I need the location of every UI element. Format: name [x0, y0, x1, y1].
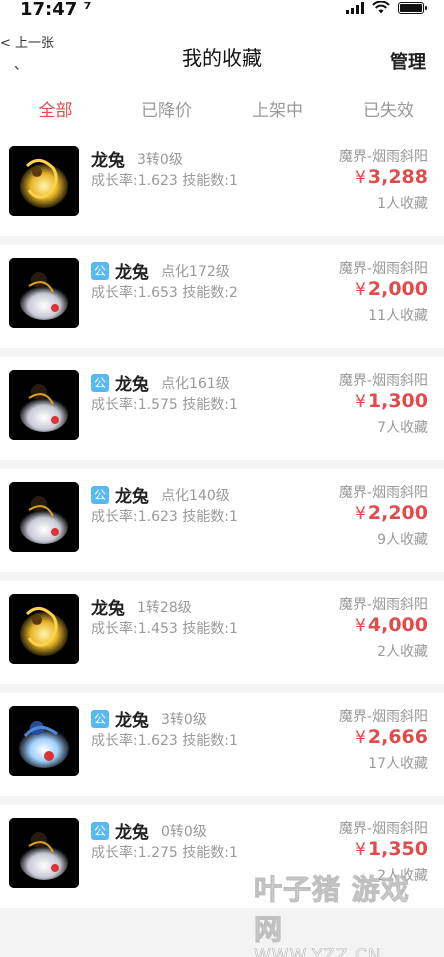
pet-thumbnail — [9, 482, 79, 552]
list-item[interactable]: 公龙兔 点化140级 成长率:1.623 技能数:1 魔界-烟雨斜阳 ¥2,200 9人收… — [0, 469, 444, 572]
price-value: 1,350 — [367, 838, 428, 860]
favorite-count: 2人收藏 — [377, 644, 428, 660]
server-name: 魔界-烟雨斜阳 — [338, 821, 428, 837]
list-item[interactable]: 龙兔 3转0级 成长率:1.623 技能数:1 魔界-烟雨斜阳 ¥3,288 1人收藏 — [0, 140, 444, 236]
favorite-count: 2人收藏 — [377, 868, 428, 884]
pet-stats: 成长率:1.275 技能数:1 — [91, 845, 238, 861]
currency-symbol: ¥ — [355, 504, 366, 524]
status-time: 17:47 ⁷ — [20, 0, 92, 20]
currency-symbol: ¥ — [355, 168, 366, 188]
public-tag: 公 — [91, 373, 109, 392]
price: ¥2,666 — [355, 726, 428, 748]
list-item[interactable]: 公龙兔 点化161级 成长率:1.575 技能数:1 魔界-烟雨斜阳 ¥1,300 7人收… — [0, 357, 444, 460]
favorite-count: 9人收藏 — [377, 532, 428, 548]
pet-thumbnail — [9, 146, 79, 216]
favorite-count: 1人收藏 — [377, 196, 428, 212]
currency-symbol: ¥ — [355, 280, 366, 300]
watermark-sub: WWW.YZZ.CN — [254, 946, 382, 957]
signal-icon — [346, 1, 364, 14]
list-item[interactable]: 龙兔 1转28级 成长率:1.453 技能数:1 魔界-烟雨斜阳 ¥4,000 2人收藏 — [0, 581, 444, 684]
title-row: 公龙兔 点化172级 — [91, 258, 230, 283]
pet-name: 龙兔 — [115, 823, 149, 843]
pet-stats: 成长率:1.623 技能数:1 — [91, 509, 238, 525]
tab-price-dropped[interactable]: 已降价 — [111, 80, 222, 140]
pet-stats: 成长率:1.623 技能数:1 — [91, 733, 238, 749]
pet-stats: 成长率:1.575 技能数:1 — [91, 397, 238, 413]
currency-symbol: ¥ — [355, 392, 366, 412]
title-row: 龙兔 1转28级 — [91, 594, 192, 619]
price-value: 2,666 — [367, 726, 428, 748]
price-value: 4,000 — [367, 614, 428, 636]
public-tag: 公 — [91, 485, 109, 504]
server-name: 魔界-烟雨斜阳 — [338, 709, 428, 725]
pet-thumbnail — [9, 818, 79, 888]
battery-icon — [398, 1, 427, 14]
server-name: 魔界-烟雨斜阳 — [338, 261, 428, 277]
pet-thumbnail — [9, 706, 79, 776]
list-item[interactable]: 公龙兔 点化172级 成长率:1.653 技能数:2 魔界-烟雨斜阳 ¥2,000 11人… — [0, 245, 444, 348]
price: ¥2,000 — [355, 278, 428, 300]
pet-stats: 成长率:1.623 技能数:1 — [91, 173, 238, 189]
server-name: 魔界-烟雨斜阳 — [338, 149, 428, 165]
title-row: 龙兔 3转0级 — [91, 146, 183, 171]
pet-stats: 成长率:1.453 技能数:1 — [91, 621, 238, 637]
tab-expired[interactable]: 已失效 — [333, 80, 444, 140]
list-item[interactable]: 公龙兔 3转0级 成长率:1.623 技能数:1 魔界-烟雨斜阳 ¥2,666 17人收藏 — [0, 693, 444, 796]
price-value: 3,288 — [367, 166, 428, 188]
title-row: 公龙兔 3转0级 — [91, 706, 207, 731]
price-value: 2,200 — [367, 502, 428, 524]
status-bar: 17:47 ⁷ — [0, 0, 444, 20]
pet-name: 龙兔 — [91, 151, 125, 171]
favorite-count: 7人收藏 — [377, 420, 428, 436]
pet-thumbnail — [9, 258, 79, 328]
title-row: 公龙兔 点化140级 — [91, 482, 230, 507]
pet-name: 龙兔 — [115, 711, 149, 731]
price-value: 1,300 — [367, 390, 428, 412]
title-row: 公龙兔 点化161级 — [91, 370, 230, 395]
status-icons — [346, 1, 427, 14]
tab-all[interactable]: 全部 — [0, 80, 111, 140]
price-value: 2,000 — [367, 278, 428, 300]
price: ¥4,000 — [355, 614, 428, 636]
wifi-icon — [372, 1, 390, 14]
pet-level: 点化161级 — [161, 375, 230, 392]
pet-level: 3转0级 — [161, 711, 207, 728]
pet-name: 龙兔 — [91, 599, 125, 619]
pet-name: 龙兔 — [115, 487, 149, 507]
pet-level: 点化172级 — [161, 263, 230, 280]
filter-tabs: 全部 已降价 上架中 已失效 — [0, 80, 444, 140]
price: ¥2,200 — [355, 502, 428, 524]
currency-symbol: ¥ — [355, 728, 366, 748]
page-title: 我的收藏 — [182, 46, 262, 70]
public-tag: 公 — [91, 261, 109, 280]
public-tag: 公 — [91, 821, 109, 840]
price: ¥3,288 — [355, 166, 428, 188]
list-item[interactable]: 公龙兔 0转0级 成长率:1.275 技能数:1 魔界-烟雨斜阳 ¥1,350 2人收藏 — [0, 805, 444, 908]
favorites-list: 龙兔 3转0级 成长率:1.623 技能数:1 魔界-烟雨斜阳 ¥3,288 1人收藏公龙… — [0, 140, 444, 917]
server-name: 魔界-烟雨斜阳 — [338, 485, 428, 501]
title-row: 公龙兔 0转0级 — [91, 818, 207, 843]
manage-button[interactable]: 管理 — [390, 48, 426, 74]
server-name: 魔界-烟雨斜阳 — [338, 597, 428, 613]
price: ¥1,350 — [355, 838, 428, 860]
nav-bar: < 上一张 、 我的收藏 管理 — [0, 18, 444, 80]
favorite-count: 11人收藏 — [368, 308, 428, 324]
pet-name: 龙兔 — [115, 375, 149, 395]
favorite-count: 17人收藏 — [368, 756, 428, 772]
pet-thumbnail — [9, 594, 79, 664]
price: ¥1,300 — [355, 390, 428, 412]
pet-name: 龙兔 — [115, 263, 149, 283]
pet-level: 点化140级 — [161, 487, 230, 504]
pet-level: 0转0级 — [161, 823, 207, 840]
pet-stats: 成长率:1.653 技能数:2 — [91, 285, 238, 301]
public-tag: 公 — [91, 709, 109, 728]
currency-symbol: ¥ — [355, 616, 366, 636]
tab-on-sale[interactable]: 上架中 — [222, 80, 333, 140]
pet-level: 1转28级 — [137, 599, 192, 616]
currency-symbol: ¥ — [355, 840, 366, 860]
pet-level: 3转0级 — [137, 151, 183, 168]
server-name: 魔界-烟雨斜阳 — [338, 373, 428, 389]
pet-thumbnail — [9, 370, 79, 440]
